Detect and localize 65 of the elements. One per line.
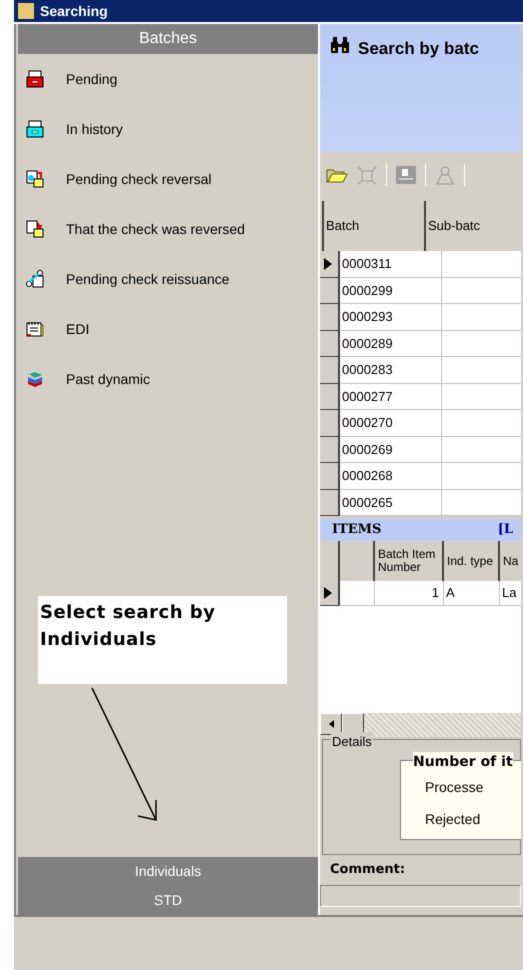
tray-icon <box>26 120 44 138</box>
search-title: Search by batc <box>358 38 479 60</box>
documents-icon <box>26 220 44 238</box>
binoculars-icon <box>330 36 350 54</box>
table-cell: 0000299 <box>340 278 442 304</box>
row-pointer-icon <box>324 587 332 599</box>
app-icon <box>18 3 34 19</box>
folder-icon[interactable] <box>326 166 348 182</box>
comment-label: Comment: <box>329 861 406 880</box>
item-label: In history <box>66 120 123 139</box>
item-label: Pending check reissuance <box>66 270 230 289</box>
table-cell: 0000283 <box>340 357 442 384</box>
row-header[interactable] <box>320 490 340 516</box>
count-label: Processe <box>425 778 484 797</box>
count-label: Rejected <box>425 810 480 829</box>
sidebar-item[interactable]: Pending check reversal <box>16 154 318 204</box>
row-header[interactable] <box>320 330 340 357</box>
row-header[interactable] <box>320 384 340 410</box>
table-cell: 0000293 <box>340 304 442 330</box>
table-cell: A <box>444 581 500 606</box>
documents-icon <box>26 170 44 188</box>
sidebar-item[interactable]: Past dynamic <box>16 354 318 404</box>
item-label: Pending <box>66 70 118 89</box>
row-pointer-icon <box>324 258 332 270</box>
row-header[interactable] <box>320 410 340 436</box>
row-header[interactable] <box>320 581 340 606</box>
tray-icon <box>26 70 44 88</box>
row-header[interactable] <box>320 357 340 384</box>
table-cell: 0000311 <box>340 251 442 278</box>
scroll-left-button[interactable] <box>320 713 342 735</box>
window-title: Searching <box>40 2 108 21</box>
row-header[interactable] <box>320 278 340 304</box>
sidebar-section-tab[interactable]: Individuals <box>18 857 318 886</box>
sidebar-section-tab[interactable]: STD <box>18 886 318 915</box>
sidebar-item[interactable]: Pending check reissuance <box>16 254 318 304</box>
sidebar-item[interactable]: That the check was reversed <box>16 204 318 254</box>
table-cell: 0000268 <box>340 463 442 490</box>
books-icon <box>26 370 44 388</box>
row-header[interactable] <box>320 251 340 278</box>
row-header[interactable] <box>320 436 340 463</box>
table-cell: 0000289 <box>340 330 442 357</box>
row-header[interactable] <box>320 463 340 490</box>
item-label: EDI <box>66 320 90 338</box>
column-header[interactable]: Batch <box>324 201 426 251</box>
item-label: That the check was reversed <box>66 220 245 238</box>
documents-icon <box>26 270 44 288</box>
document-icon[interactable] <box>395 164 417 184</box>
annotation-note: Select search by Individuals <box>38 596 287 684</box>
row-header[interactable] <box>320 304 340 330</box>
table-cell: La <box>500 581 521 606</box>
notepad-icon <box>26 320 44 338</box>
table-cell: 0000269 <box>340 436 442 463</box>
table-cell: 0000265 <box>340 490 442 516</box>
sidebar-header[interactable]: Batches <box>18 24 318 54</box>
items-title: ITEMS <box>332 521 382 540</box>
sidebar-item[interactable]: In history <box>16 104 318 154</box>
left-arrow-icon <box>328 720 334 728</box>
item-label: Pending check reversal <box>66 170 212 189</box>
item-label: Past dynamic <box>66 370 150 389</box>
table-cell: 0000277 <box>340 384 442 410</box>
table-cell: 0000270 <box>340 410 442 436</box>
sidebar-item[interactable]: EDI <box>16 304 318 354</box>
sidebar-item[interactable]: Pending <box>16 54 318 104</box>
items-link[interactable]: [L <box>498 520 513 540</box>
table-cell: 1 <box>375 581 444 606</box>
